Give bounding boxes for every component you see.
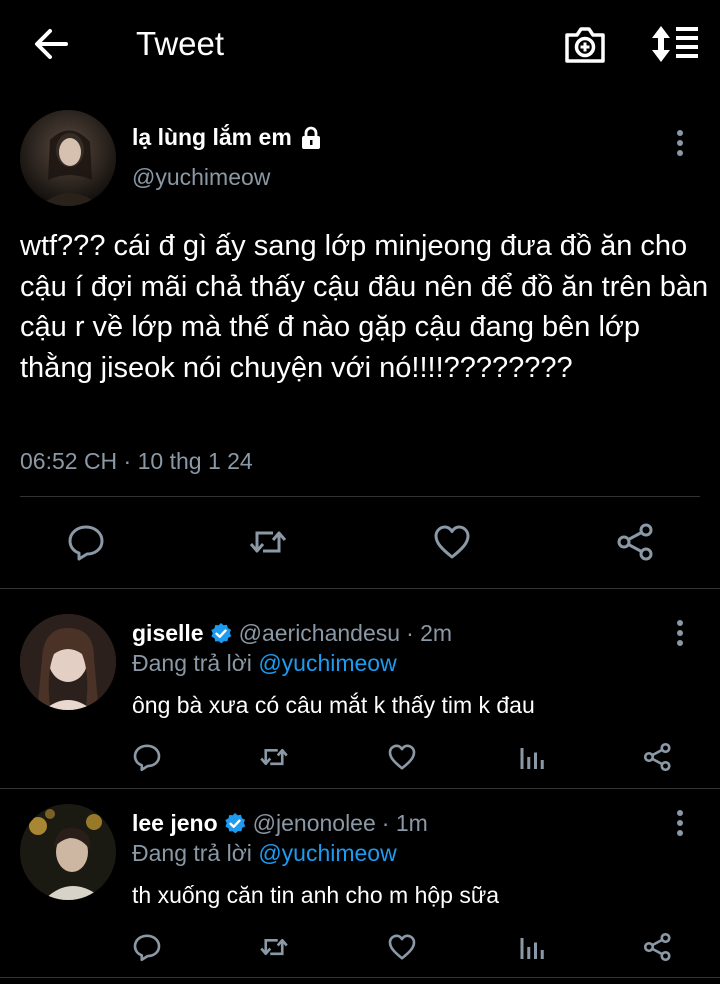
more-options-button[interactable] — [668, 808, 692, 838]
like-icon — [388, 934, 416, 960]
page-title: Tweet — [136, 25, 225, 62]
replying-to-label: Đang trả lời — [132, 840, 252, 866]
author-handle[interactable]: @yuchimeow — [132, 164, 270, 191]
replying-to-mention[interactable]: @yuchimeow — [258, 840, 396, 866]
lock-icon — [301, 126, 320, 149]
avatar[interactable] — [20, 614, 116, 710]
reply-author-name[interactable]: lee jeno — [132, 810, 218, 837]
divider — [0, 588, 720, 589]
analytics-icon — [520, 938, 544, 959]
avatar-image — [20, 110, 116, 206]
author-name[interactable]: lạ lùng lắm em — [132, 124, 322, 151]
reply-icon — [133, 744, 161, 772]
avatar[interactable] — [20, 804, 116, 900]
avatar[interactable] — [20, 110, 116, 206]
analytics-button[interactable] — [516, 742, 546, 772]
verified-icon — [224, 812, 245, 833]
share-button[interactable] — [643, 932, 673, 962]
retweet-button[interactable] — [259, 932, 289, 962]
share-button[interactable] — [643, 742, 673, 772]
reply-button[interactable] — [66, 522, 106, 562]
reply-button[interactable] — [132, 742, 162, 772]
more-options-button[interactable] — [668, 128, 692, 158]
like-icon — [434, 525, 470, 559]
reply-author-handle[interactable]: @aerichandesu — [239, 620, 400, 647]
sort-button[interactable] — [646, 22, 700, 66]
avatar-image — [20, 614, 116, 710]
share-icon — [617, 523, 653, 561]
verified-icon — [210, 622, 231, 643]
like-icon — [388, 744, 416, 770]
retweet-icon — [260, 748, 288, 766]
avatar-image — [20, 804, 116, 900]
retweet-button[interactable] — [259, 742, 289, 772]
retweet-button[interactable] — [248, 522, 288, 562]
more-icon — [677, 130, 683, 156]
tweet-timestamp: 06:52 CH · 10 thg 1 24 — [20, 448, 253, 474]
reply-icon — [68, 525, 104, 561]
reply-author-name[interactable]: giselle — [132, 620, 204, 647]
camera-icon — [565, 27, 605, 63]
retweet-icon — [260, 938, 288, 956]
reply-time: · 2m — [406, 620, 453, 646]
reply-text: th xuống căn tin anh cho m hộp sữa — [132, 882, 500, 908]
more-icon — [677, 810, 683, 836]
author-name-text: lạ lùng lắm em — [132, 124, 292, 150]
reply-icon — [133, 934, 161, 962]
share-icon — [643, 932, 671, 962]
replying-to-label: Đang trả lời — [132, 650, 252, 676]
reply-time: · 1m — [381, 810, 428, 836]
sort-icon — [652, 26, 698, 62]
back-arrow-icon — [35, 29, 68, 59]
reply-button[interactable] — [132, 932, 162, 962]
divider — [0, 788, 720, 789]
back-button[interactable] — [30, 24, 74, 64]
reply-text: ông bà xưa có câu mắt k thấy tim k đau — [132, 692, 535, 718]
reply-header: lee jeno @jenonolee · 1m — [132, 810, 428, 837]
like-button[interactable] — [432, 522, 472, 562]
divider — [0, 977, 720, 978]
share-button[interactable] — [616, 522, 656, 562]
like-button[interactable] — [387, 742, 417, 772]
replying-to: Đang trả lời @yuchimeow — [132, 650, 397, 677]
reply-author-handle[interactable]: @jenonolee — [253, 810, 376, 837]
more-icon — [677, 620, 683, 646]
replying-to-mention[interactable]: @yuchimeow — [258, 650, 396, 676]
reply-header: giselle @aerichandesu · 2m — [132, 620, 452, 647]
retweet-icon — [249, 531, 287, 553]
analytics-button[interactable] — [516, 932, 546, 962]
share-icon — [643, 742, 671, 772]
analytics-icon — [520, 748, 544, 769]
tweet-text: wtf??? cái đ gì ấy sang lớp minjeong đưa… — [20, 230, 709, 384]
divider — [20, 496, 700, 497]
top-bar: Tweet — [0, 0, 720, 90]
more-options-button[interactable] — [668, 618, 692, 648]
camera-button[interactable] — [562, 22, 608, 66]
like-button[interactable] — [387, 932, 417, 962]
replying-to: Đang trả lời @yuchimeow — [132, 840, 397, 867]
